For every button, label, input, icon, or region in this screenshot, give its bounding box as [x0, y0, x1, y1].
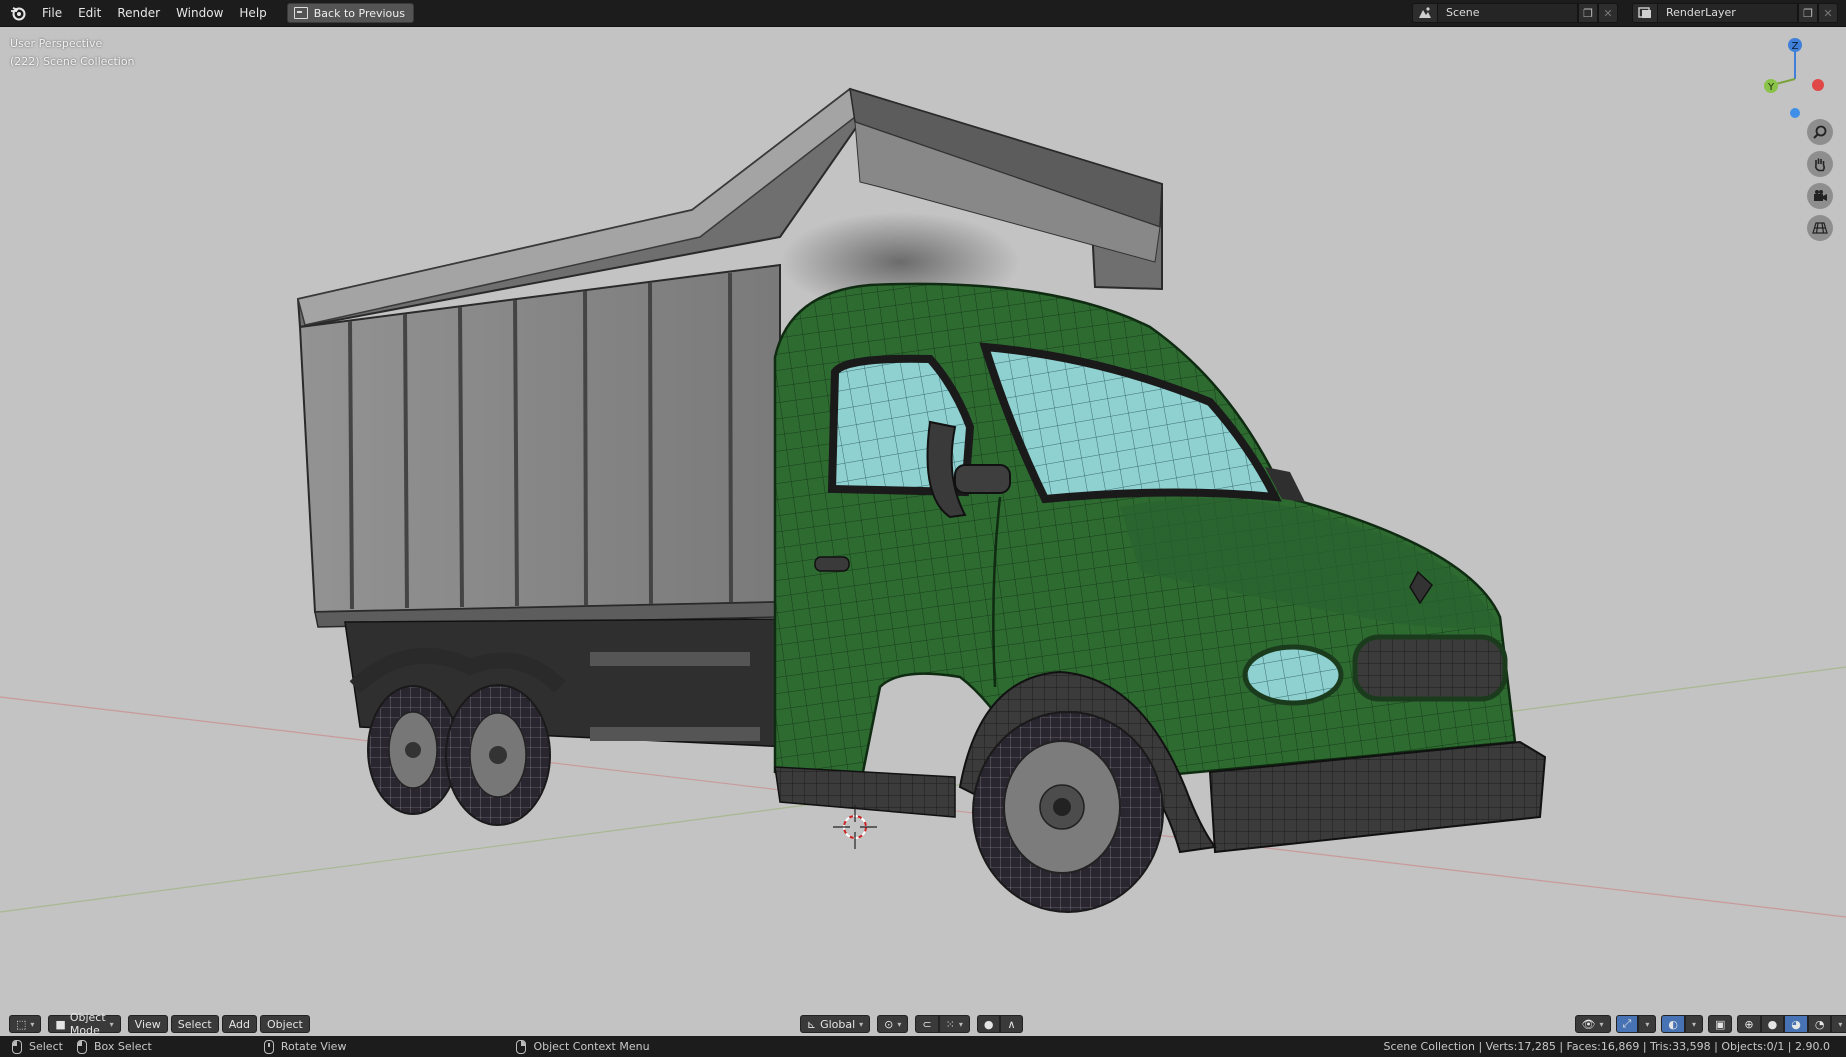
- gizmo-x-dot: [1812, 79, 1824, 91]
- pan-hand-icon[interactable]: [1807, 151, 1833, 177]
- object-mode-label: Object Mode: [69, 1011, 106, 1037]
- status-rotate-view-label: Rotate View: [280, 1040, 347, 1053]
- perspective-label: User Perspective: [10, 37, 103, 50]
- chevron-down-icon: ▾: [1691, 1019, 1696, 1029]
- select-menu[interactable]: Select: [170, 1015, 219, 1033]
- status-bar: Select Box Select Rotate View Object Con…: [0, 1036, 1846, 1057]
- editor-type-button[interactable]: ⬚ ▾: [9, 1015, 42, 1033]
- snap-target-dropdown[interactable]: ⁙ ▾: [938, 1015, 970, 1033]
- view-layer-icon[interactable]: [1632, 3, 1658, 23]
- gizmo-toggle-icon[interactable]: ⤢: [1615, 1015, 1639, 1033]
- transform-orientation-dropdown[interactable]: ⊾ Global ▾: [799, 1015, 871, 1033]
- scene-selector[interactable]: Scene ❐ ✕: [1412, 3, 1618, 23]
- scene-icon[interactable]: [1412, 3, 1438, 23]
- navigation-gizmo[interactable]: Z Y: [1750, 33, 1840, 123]
- scene-name-field[interactable]: Scene: [1438, 3, 1578, 23]
- snap-toggle-icon[interactable]: ⊂: [915, 1015, 939, 1033]
- status-rotate-view: Rotate View: [263, 1039, 347, 1054]
- view-layer-selector[interactable]: RenderLayer ❐ ✕: [1632, 3, 1838, 23]
- menu-file[interactable]: File: [34, 3, 70, 23]
- viewport-scene: [0, 87, 1846, 918]
- status-box-select-label: Box Select: [93, 1040, 152, 1053]
- status-select-label: Select: [29, 1040, 63, 1053]
- overlays-toggle-icon[interactable]: ◐: [1661, 1015, 1685, 1033]
- pivot-point-dropdown[interactable]: ⊙ ▾: [877, 1015, 909, 1033]
- chevron-down-icon: ▾: [958, 1019, 963, 1029]
- back-screen-icon: [293, 7, 308, 19]
- menu-window[interactable]: Window: [168, 3, 231, 23]
- material-preview-shading-icon[interactable]: ◕: [1784, 1015, 1808, 1033]
- delete-view-layer-icon[interactable]: ✕: [1818, 3, 1838, 23]
- object-menu[interactable]: Object: [260, 1015, 310, 1033]
- view-layer-name-field[interactable]: RenderLayer: [1658, 3, 1798, 23]
- menu-render[interactable]: Render: [109, 3, 168, 23]
- menu-edit[interactable]: Edit: [70, 3, 109, 23]
- 3d-viewport[interactable]: User Perspective (222) Scene Collection …: [0, 27, 1846, 1036]
- mouse-middle-icon: [263, 1039, 274, 1054]
- status-box-select: Box Select: [76, 1039, 152, 1054]
- chevron-down-icon: ▾: [1599, 1019, 1604, 1029]
- gizmo-neg-z-dot: [1790, 108, 1800, 118]
- eye-icon: 👁: [1581, 1017, 1596, 1031]
- overlays-dropdown[interactable]: ▾: [1684, 1015, 1703, 1033]
- shading-group: ⊕ ● ◕ ◔ ▾: [1737, 1015, 1846, 1033]
- gizmo-y-label: Y: [1767, 82, 1775, 93]
- chevron-down-icon: ▾: [109, 1019, 114, 1029]
- chevron-down-icon: ▾: [859, 1019, 864, 1029]
- back-to-previous-label: Back to Previous: [313, 6, 405, 20]
- transform-orientation-label: Global: [820, 1017, 856, 1031]
- status-context-menu-label: Object Context Menu: [533, 1040, 650, 1053]
- wireframe-shading-icon[interactable]: ⊕: [1737, 1015, 1761, 1033]
- proportional-editing-group: ● ∧: [976, 1015, 1023, 1033]
- view-menu[interactable]: View: [127, 1015, 168, 1033]
- rear-wheel-2: [445, 684, 551, 826]
- status-select: Select: [12, 1039, 63, 1054]
- chevron-down-icon: ▾: [1645, 1019, 1650, 1029]
- scene-statistics: Scene Collection | Verts:17,285 | Faces:…: [1383, 1040, 1831, 1053]
- collection-label: (222) Scene Collection: [10, 55, 135, 68]
- chevron-down-icon: ▾: [1838, 1019, 1843, 1029]
- proportional-editing-icon[interactable]: ●: [976, 1015, 1001, 1033]
- new-scene-icon[interactable]: ❐: [1578, 3, 1598, 23]
- mouse-left-icon: [12, 1039, 22, 1054]
- gizmo-z-label: Z: [1792, 41, 1799, 52]
- mouse-drag-icon: [76, 1039, 87, 1054]
- rear-wheel-1: [367, 685, 459, 815]
- delete-scene-icon[interactable]: ✕: [1598, 3, 1618, 23]
- front-wheel: [972, 711, 1164, 913]
- status-context-menu: Object Context Menu: [516, 1039, 650, 1054]
- solid-shading-icon[interactable]: ●: [1760, 1015, 1785, 1033]
- new-view-layer-icon[interactable]: ❐: [1798, 3, 1818, 23]
- rendered-shading-icon[interactable]: ◔: [1807, 1015, 1832, 1033]
- add-menu[interactable]: Add: [221, 1015, 258, 1033]
- zoom-icon[interactable]: [1807, 119, 1833, 145]
- chevron-down-icon: ▾: [897, 1019, 902, 1029]
- falloff-icon[interactable]: ∧: [1000, 1015, 1023, 1033]
- snapping-group: ⊂ ⁙ ▾: [915, 1015, 970, 1033]
- menu-help[interactable]: Help: [231, 3, 274, 23]
- overlays-group: ◐ ▾: [1661, 1015, 1703, 1033]
- object-mode-icon: ■: [55, 1017, 66, 1031]
- camera-view-icon[interactable]: [1807, 183, 1833, 209]
- perspective-grid-icon[interactable]: [1807, 215, 1833, 241]
- pivot-point-icon: ⊙: [884, 1017, 894, 1031]
- viewport-info-overlay: User Perspective (222) Scene Collection: [10, 35, 135, 71]
- mouse-right-icon: [516, 1039, 527, 1054]
- top-menu-bar: File Edit Render Window Help Back to Pre…: [0, 0, 1846, 27]
- viewport-header: ⬚ ▾ ■ Object Mode ▾ View Select Add Objec…: [0, 1011, 1846, 1037]
- 3d-cursor: [833, 805, 877, 849]
- chevron-down-icon: ▾: [30, 1019, 35, 1029]
- xray-toggle-icon[interactable]: ▣: [1707, 1015, 1733, 1033]
- gizmo-dropdown[interactable]: ▾: [1638, 1015, 1657, 1033]
- shading-dropdown[interactable]: ▾: [1831, 1015, 1846, 1033]
- blender-logo-icon[interactable]: [8, 3, 28, 23]
- visibility-dropdown[interactable]: 👁 ▾: [1574, 1015, 1611, 1033]
- editor-type-icon: ⬚: [16, 1017, 27, 1031]
- snap-grid-icon: ⁙: [945, 1017, 955, 1031]
- gizmo-group: ⤢ ▾: [1615, 1015, 1657, 1033]
- object-mode-dropdown[interactable]: ■ Object Mode ▾: [48, 1011, 121, 1037]
- viewport-navigation-buttons: [1807, 119, 1833, 241]
- orientation-icon: ⊾: [806, 1017, 817, 1031]
- back-to-previous-button[interactable]: Back to Previous: [286, 3, 414, 23]
